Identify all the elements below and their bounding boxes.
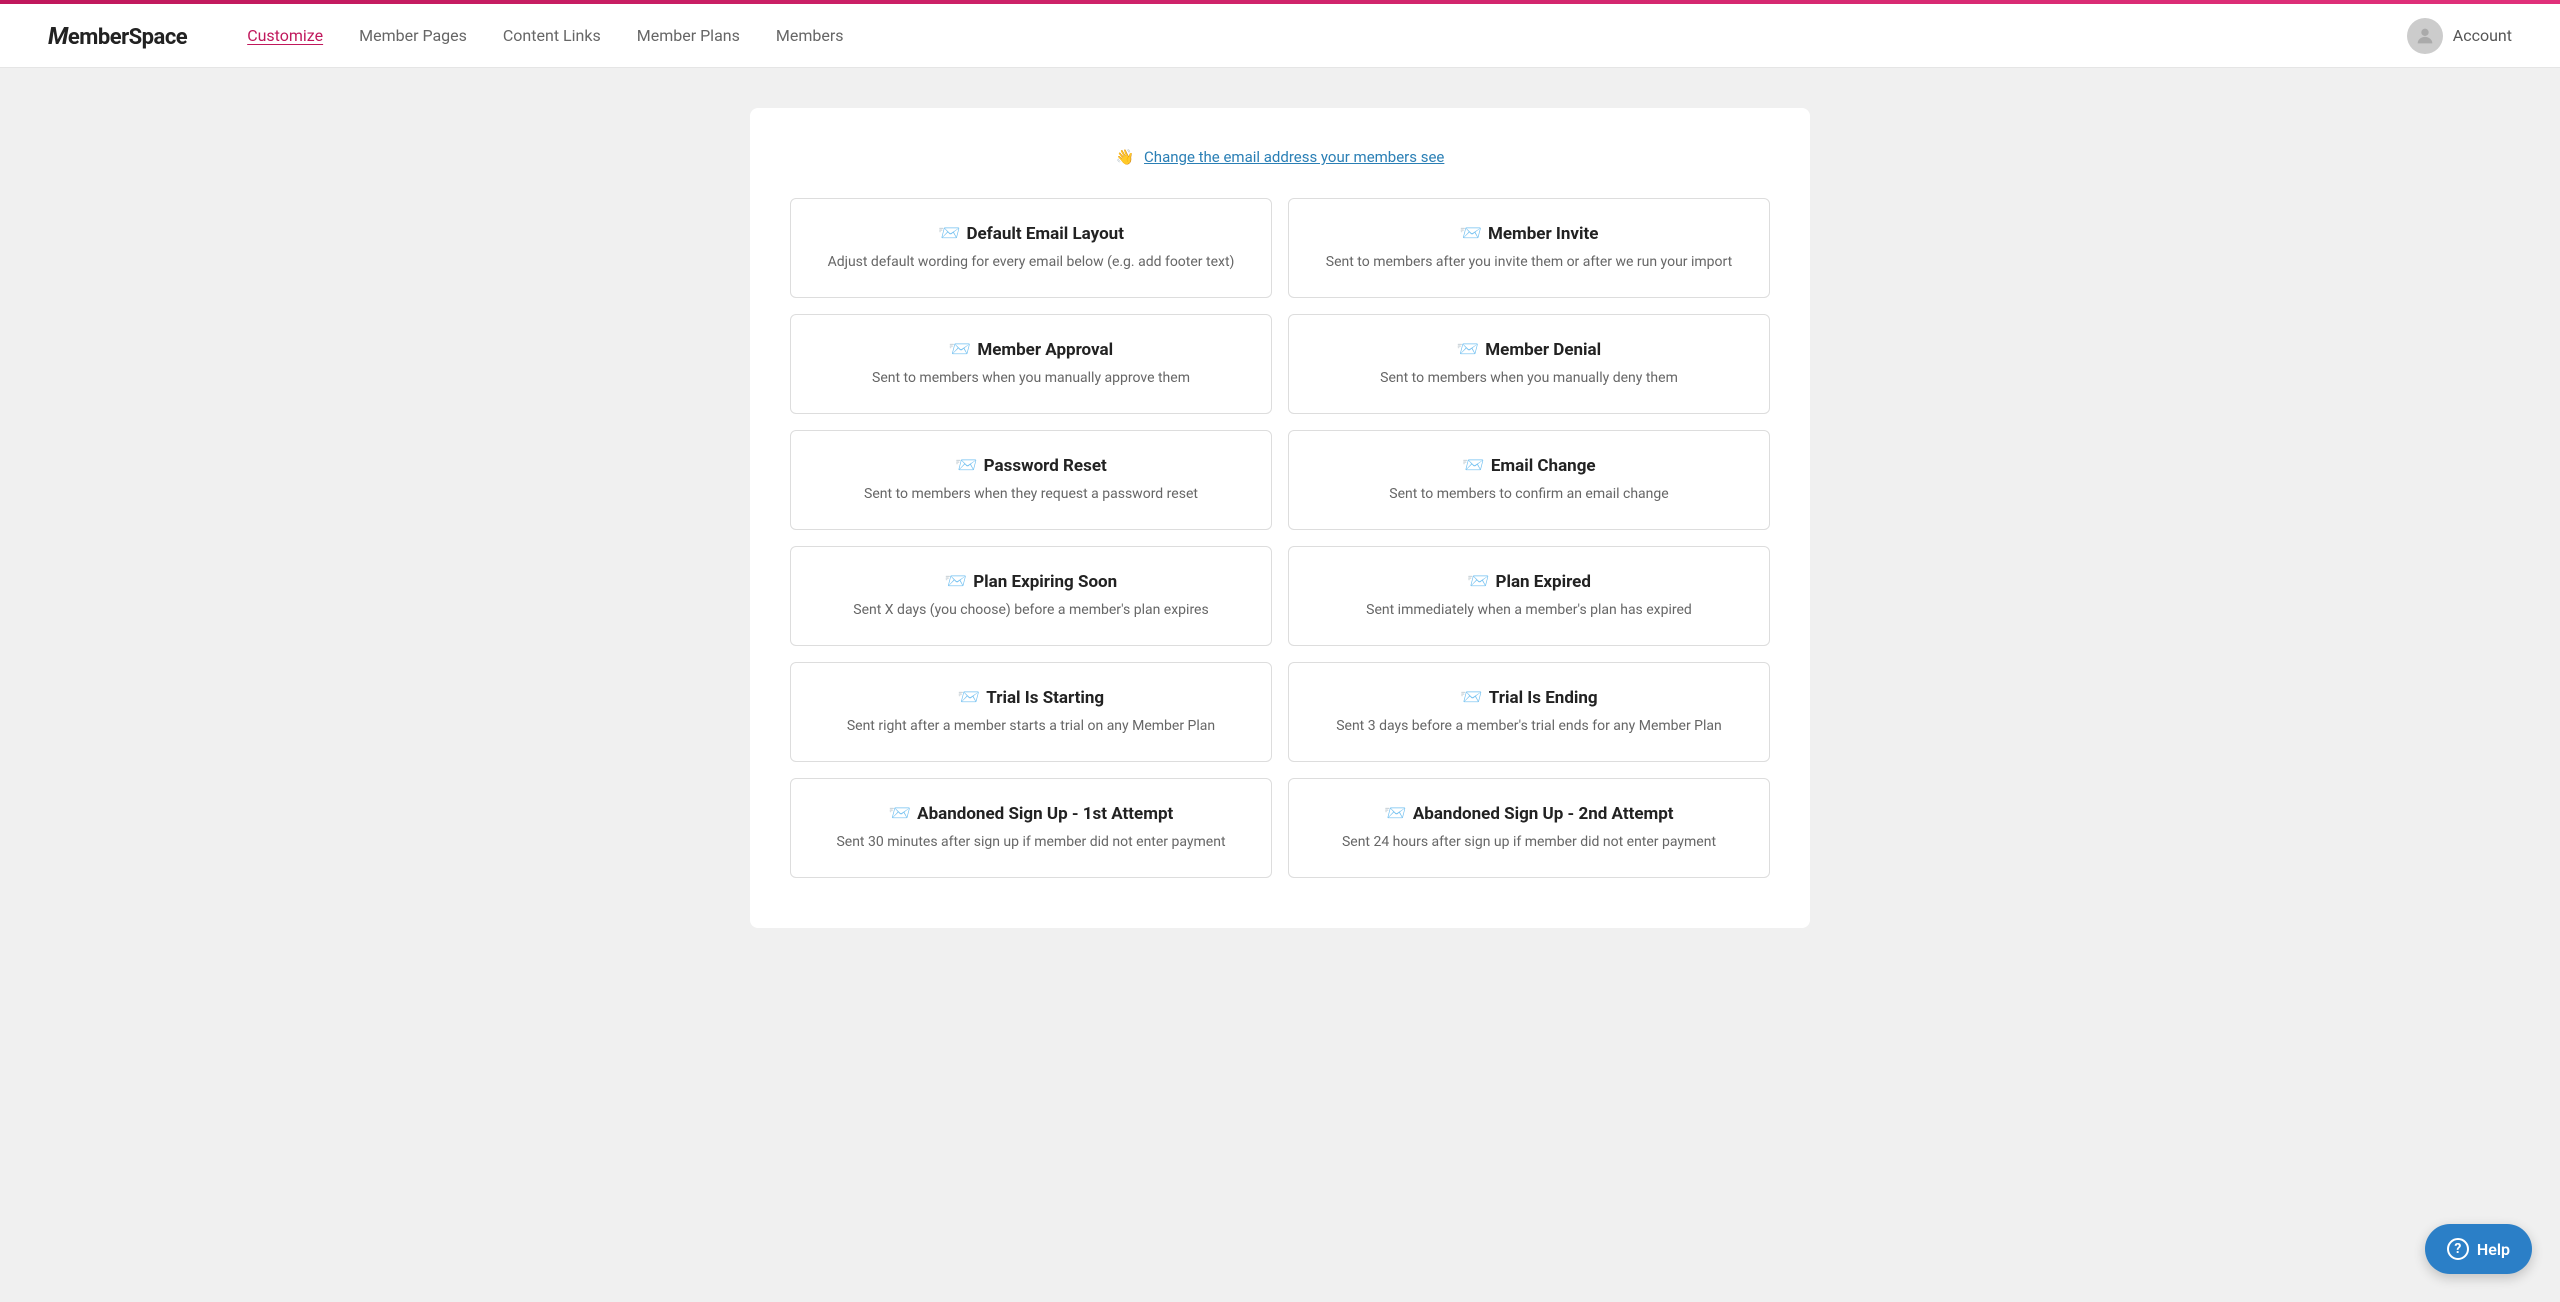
help-label: Help	[2477, 1240, 2510, 1259]
email-card-title-11: 📨 Abandoned Sign Up - 2nd Attempt	[1317, 803, 1741, 824]
nav-member-plans[interactable]: Member Plans	[637, 22, 740, 49]
email-card-title-text-8: Trial Is Starting	[986, 688, 1104, 708]
email-card-title-8: 📨 Trial Is Starting	[819, 687, 1243, 708]
email-card-title-text-9: Trial Is Ending	[1489, 688, 1598, 708]
email-card-title-text-7: Plan Expired	[1496, 572, 1591, 592]
email-card-desc-0: Adjust default wording for every email b…	[819, 252, 1243, 273]
email-icon-2: 📨	[949, 339, 971, 360]
email-card-1[interactable]: 📨 Member Invite Sent to members after you …	[1288, 198, 1770, 298]
logo[interactable]: MemberSpace	[48, 22, 187, 50]
email-card-title-text-0: Default Email Layout	[966, 224, 1124, 244]
email-card-title-10: 📨 Abandoned Sign Up - 1st Attempt	[819, 803, 1243, 824]
email-card-desc-7: Sent immediately when a member's plan ha…	[1317, 600, 1741, 621]
email-cards-grid: 📨 Default Email Layout Adjust default word…	[790, 198, 1770, 878]
email-card-4[interactable]: 📨 Password Reset Sent to members when they…	[790, 430, 1272, 530]
email-icon-6: 📨	[945, 571, 967, 592]
email-card-title-text-2: Member Approval	[977, 340, 1113, 360]
email-card-title-7: 📨 Plan Expired	[1317, 571, 1741, 592]
main-nav: Customize Member Pages Content Links Mem…	[247, 22, 2407, 49]
email-card-desc-9: Sent 3 days before a member's trial ends…	[1317, 716, 1741, 737]
email-card-title-3: 📨 Member Denial	[1317, 339, 1741, 360]
email-card-desc-10: Sent 30 minutes after sign up if member …	[819, 832, 1243, 853]
account-area[interactable]: Account	[2407, 18, 2512, 54]
change-email-link[interactable]: Change the email address your members se…	[1144, 148, 1444, 166]
email-icon-4: 📨	[955, 455, 977, 476]
email-card-desc-1: Sent to members after you invite them or…	[1317, 252, 1741, 273]
email-card-10[interactable]: 📨 Abandoned Sign Up - 1st Attempt Sent 30 …	[790, 778, 1272, 878]
change-email-section: 👋 Change the email address your members …	[790, 148, 1770, 166]
email-card-desc-2: Sent to members when you manually approv…	[819, 368, 1243, 389]
email-card-title-text-4: Password Reset	[984, 456, 1107, 476]
main-content: 👋 Change the email address your members …	[730, 68, 1830, 968]
wave-emoji: 👋	[1116, 148, 1135, 166]
header: MemberSpace Customize Member Pages Conte…	[0, 4, 2560, 68]
email-icon-7: 📨	[1467, 571, 1489, 592]
email-card-title-6: 📨 Plan Expiring Soon	[819, 571, 1243, 592]
email-icon-5: 📨	[1462, 455, 1484, 476]
email-card-title-0: 📨 Default Email Layout	[819, 223, 1243, 244]
account-label: Account	[2453, 26, 2512, 45]
email-card-title-text-1: Member Invite	[1488, 224, 1599, 244]
email-card-title-5: 📨 Email Change	[1317, 455, 1741, 476]
email-card-desc-8: Sent right after a member starts a trial…	[819, 716, 1243, 737]
email-card-title-2: 📨 Member Approval	[819, 339, 1243, 360]
email-card-5[interactable]: 📨 Email Change Sent to members to confirm …	[1288, 430, 1770, 530]
nav-members[interactable]: Members	[776, 22, 844, 49]
email-card-title-text-3: Member Denial	[1485, 340, 1601, 360]
email-card-6[interactable]: 📨 Plan Expiring Soon Sent X days (you choo…	[790, 546, 1272, 646]
email-card-desc-6: Sent X days (you choose) before a member…	[819, 600, 1243, 621]
email-card-title-text-11: Abandoned Sign Up - 2nd Attempt	[1413, 804, 1674, 824]
email-card-title-text-5: Email Change	[1491, 456, 1596, 476]
logo-text: MemberSpace	[48, 22, 187, 50]
email-card-3[interactable]: 📨 Member Denial Sent to members when you m…	[1288, 314, 1770, 414]
email-icon-0: 📨	[938, 223, 960, 244]
email-icon-1: 📨	[1460, 223, 1482, 244]
nav-customize[interactable]: Customize	[247, 22, 323, 49]
email-card-title-text-10: Abandoned Sign Up - 1st Attempt	[917, 804, 1173, 824]
help-icon: ?	[2447, 1238, 2469, 1260]
email-card-desc-5: Sent to members to confirm an email chan…	[1317, 484, 1741, 505]
help-button[interactable]: ? Help	[2425, 1224, 2532, 1274]
email-icon-3: 📨	[1457, 339, 1479, 360]
email-card-2[interactable]: 📨 Member Approval Sent to members when you…	[790, 314, 1272, 414]
email-card-title-1: 📨 Member Invite	[1317, 223, 1741, 244]
email-card-7[interactable]: 📨 Plan Expired Sent immediately when a mem…	[1288, 546, 1770, 646]
email-icon-11: 📨	[1384, 803, 1406, 824]
content-container: 👋 Change the email address your members …	[750, 108, 1810, 928]
email-icon-10: 📨	[889, 803, 911, 824]
email-card-11[interactable]: 📨 Abandoned Sign Up - 2nd Attempt Sent 24 …	[1288, 778, 1770, 878]
email-card-title-9: 📨 Trial Is Ending	[1317, 687, 1741, 708]
nav-content-links[interactable]: Content Links	[503, 22, 601, 49]
email-card-desc-4: Sent to members when they request a pass…	[819, 484, 1243, 505]
email-icon-9: 📨	[1460, 687, 1482, 708]
email-card-title-text-6: Plan Expiring Soon	[973, 572, 1117, 592]
email-icon-8: 📨	[958, 687, 980, 708]
email-card-9[interactable]: 📨 Trial Is Ending Sent 3 days before a mem…	[1288, 662, 1770, 762]
email-card-0[interactable]: 📨 Default Email Layout Adjust default word…	[790, 198, 1272, 298]
email-card-8[interactable]: 📨 Trial Is Starting Sent right after a mem…	[790, 662, 1272, 762]
account-avatar-icon	[2407, 18, 2443, 54]
email-card-desc-3: Sent to members when you manually deny t…	[1317, 368, 1741, 389]
email-card-desc-11: Sent 24 hours after sign up if member di…	[1317, 832, 1741, 853]
email-card-title-4: 📨 Password Reset	[819, 455, 1243, 476]
nav-member-pages[interactable]: Member Pages	[359, 22, 467, 49]
